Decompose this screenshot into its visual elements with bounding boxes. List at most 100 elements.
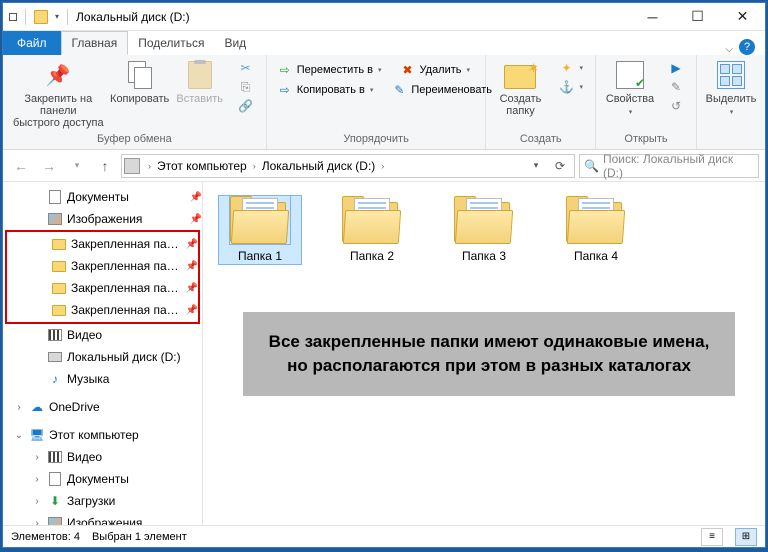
- chevron-right-icon[interactable]: ›: [377, 161, 388, 171]
- breadcrumb-current[interactable]: Локальный диск (D:): [260, 159, 378, 173]
- tree-item[interactable]: Видео: [3, 324, 202, 346]
- drive-icon: [34, 10, 48, 24]
- pin-icon: 📌: [190, 214, 202, 225]
- easy-access-button[interactable]: ⚓▾: [554, 78, 587, 96]
- folder-item[interactable]: Папка 2: [331, 196, 413, 264]
- collapse-icon[interactable]: ⌄: [13, 430, 25, 441]
- properties-button[interactable]: Свойства▾: [600, 57, 660, 121]
- maximize-button[interactable]: ☐: [675, 3, 720, 30]
- tree-onedrive[interactable]: ›☁OneDrive: [3, 396, 202, 418]
- up-button[interactable]: ↑: [93, 154, 117, 178]
- close-button[interactable]: ✕: [720, 3, 765, 30]
- explorer-window: ▾ Локальный диск (D:) ─ ☐ ✕ Файл Главная…: [2, 2, 766, 548]
- tab-share[interactable]: Поделиться: [128, 31, 214, 55]
- tree-item[interactable]: ›Изображения: [3, 512, 202, 525]
- document-icon: [49, 472, 61, 486]
- refresh-button[interactable]: ⟳: [548, 154, 572, 178]
- qat-dropdown-icon[interactable]: ▾: [55, 12, 59, 21]
- folder-item[interactable]: Папка 4: [555, 196, 637, 264]
- new-folder-button[interactable]: Создать папку: [490, 57, 550, 119]
- tree-item-label: Закрепленная папка: [71, 259, 182, 273]
- system-menu-icon[interactable]: [9, 13, 17, 21]
- expand-icon[interactable]: ›: [31, 452, 43, 463]
- tree-item[interactable]: Закрепленная папка📌: [7, 233, 198, 255]
- folder-icon: [230, 196, 290, 244]
- navigation-tree[interactable]: Документы📌Изображения📌 Закрепленная папк…: [3, 182, 203, 525]
- tree-item[interactable]: Изображения📌: [3, 208, 202, 230]
- drive-icon: [48, 352, 62, 362]
- copypath-icon: ⎘: [238, 79, 254, 95]
- address-dropdown-icon[interactable]: ▾: [524, 154, 548, 178]
- chevron-right-icon[interactable]: ›: [249, 161, 260, 171]
- delete-icon: ✖: [400, 62, 416, 78]
- expand-icon[interactable]: ›: [13, 402, 25, 413]
- image-icon: [48, 517, 62, 525]
- rename-button[interactable]: ✎Переименовать: [387, 81, 496, 99]
- open-button[interactable]: ▶: [664, 59, 688, 77]
- ribbon-collapse-icon[interactable]: ⌵: [719, 44, 739, 55]
- tree-thispc[interactable]: ⌄🖥Этот компьютер: [3, 424, 202, 446]
- search-icon: 🔍: [584, 159, 599, 173]
- history-icon: ↺: [668, 98, 684, 114]
- copy-button[interactable]: Копировать: [110, 57, 170, 107]
- forward-button[interactable]: →: [37, 154, 61, 178]
- folder-label: Папка 1: [232, 248, 288, 264]
- paste-shortcut-button[interactable]: 🔗: [234, 97, 258, 115]
- scissors-icon: ✂: [238, 60, 254, 76]
- history-button[interactable]: ↺: [664, 97, 688, 115]
- icons-view-button[interactable]: ⊞: [735, 528, 757, 546]
- edit-button[interactable]: ✎: [664, 78, 688, 96]
- minimize-button[interactable]: ─: [630, 3, 675, 30]
- group-open-label: Открыть: [600, 131, 692, 147]
- chevron-right-icon[interactable]: ›: [144, 161, 155, 171]
- folder-item[interactable]: Папка 3: [443, 196, 525, 264]
- image-icon: [48, 213, 62, 225]
- delete-button[interactable]: ✖Удалить▾: [396, 61, 475, 79]
- tree-item[interactable]: Закрепленная папка📌: [7, 277, 198, 299]
- tree-item[interactable]: ›⬇Загрузки: [3, 490, 202, 512]
- open-icon: ▶: [668, 60, 684, 76]
- details-view-button[interactable]: ≡: [701, 528, 723, 546]
- tree-item-label: Документы: [67, 472, 202, 486]
- tab-file[interactable]: Файл: [3, 31, 61, 55]
- expand-icon[interactable]: ›: [31, 474, 43, 485]
- tab-view[interactable]: Вид: [214, 31, 256, 55]
- paste-button[interactable]: Вставить: [170, 57, 230, 107]
- new-item-button[interactable]: ✦▾: [554, 59, 587, 77]
- back-button[interactable]: ←: [9, 154, 33, 178]
- help-icon[interactable]: ?: [739, 39, 755, 55]
- pin-icon: 📌: [190, 192, 202, 203]
- window-title: Локальный диск (D:): [76, 10, 630, 24]
- drive-icon: [124, 158, 140, 174]
- search-input[interactable]: 🔍 Поиск: Локальный диск (D:): [579, 154, 759, 178]
- tree-item[interactable]: ›Видео: [3, 446, 202, 468]
- folder-label: Папка 4: [568, 248, 624, 264]
- pin-quickaccess-button[interactable]: 📌 Закрепить на панели быстрого доступа: [7, 57, 110, 131]
- status-selected: Выбран 1 элемент: [92, 531, 187, 543]
- tree-item-label: Видео: [67, 328, 202, 342]
- tab-home[interactable]: Главная: [61, 31, 129, 55]
- tree-item[interactable]: Закрепленная папка📌: [7, 255, 198, 277]
- expand-icon[interactable]: ›: [31, 496, 43, 507]
- tree-item[interactable]: ♪Музыка: [3, 368, 202, 390]
- copy-to-button[interactable]: ⇨Копировать в▾: [273, 81, 378, 99]
- paste-icon: [188, 61, 212, 89]
- content-pane[interactable]: Папка 1Папка 2Папка 3Папка 4 Все закрепл…: [203, 182, 765, 525]
- breadcrumb-root[interactable]: Этот компьютер: [155, 159, 249, 173]
- select-button[interactable]: Выделить▾: [701, 57, 761, 121]
- easyaccess-icon: ⚓: [558, 79, 574, 95]
- status-count: Элементов: 4: [11, 531, 80, 543]
- tree-item[interactable]: Локальный диск (D:): [3, 346, 202, 368]
- move-to-button[interactable]: ⇨Переместить в▾: [273, 61, 386, 79]
- cut-button[interactable]: ✂: [234, 59, 258, 77]
- tree-item[interactable]: › Документы: [3, 468, 202, 490]
- tree-item[interactable]: Закрепленная папка📌: [7, 299, 198, 321]
- expand-icon[interactable]: ›: [31, 518, 43, 526]
- new-folder-icon: [504, 65, 536, 89]
- tree-item[interactable]: Документы📌: [3, 186, 202, 208]
- recent-dropdown[interactable]: ▾: [65, 154, 89, 178]
- folder-item[interactable]: Папка 1: [219, 196, 301, 264]
- copy-path-button[interactable]: ⎘: [234, 78, 258, 96]
- pasteshortcut-icon: 🔗: [238, 98, 254, 114]
- address-bar[interactable]: › Этот компьютер › Локальный диск (D:) ›…: [121, 154, 575, 178]
